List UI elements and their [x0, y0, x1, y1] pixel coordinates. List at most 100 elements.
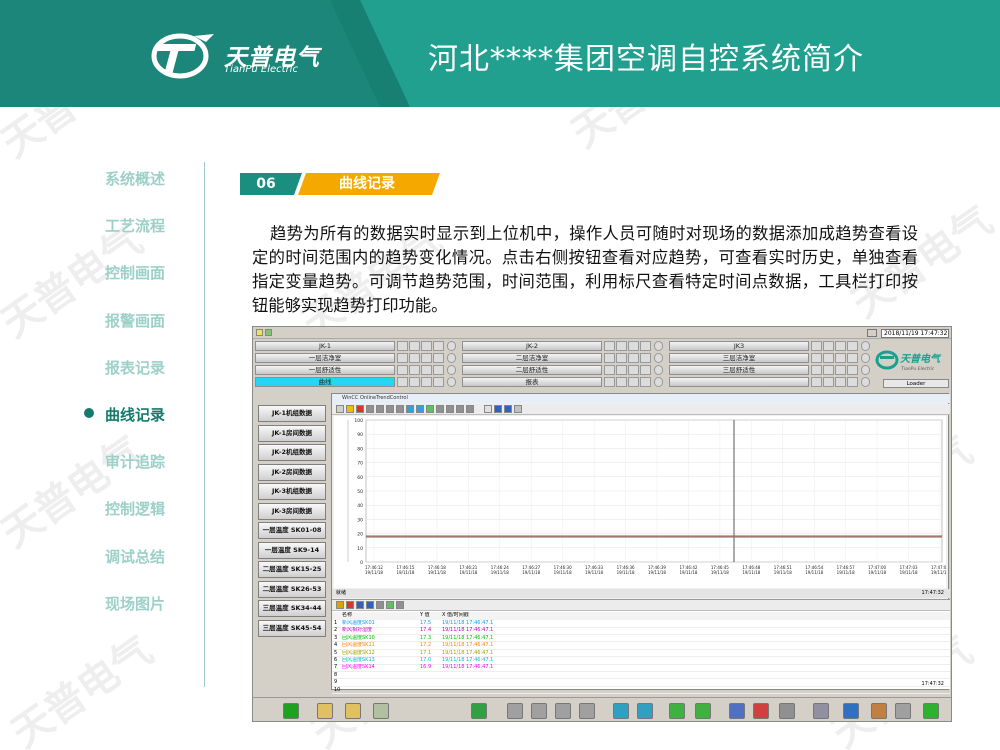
grid-arrow-button[interactable] [654, 353, 663, 363]
table-tool-icon[interactable] [346, 601, 354, 609]
grid-button[interactable]: JK-2 [462, 341, 602, 351]
grid-button[interactable]: 报表 [462, 377, 602, 387]
trend-tool-icon[interactable] [376, 405, 384, 413]
settings-icon[interactable] [895, 703, 911, 719]
grid-button[interactable]: JK-1 [255, 341, 395, 351]
nav-item-photos[interactable]: 现场图片 [105, 593, 165, 614]
grid-button[interactable]: 二层洁净室 [462, 353, 602, 363]
table-tool-icon[interactable] [376, 601, 384, 609]
grid-button[interactable]: 一层洁净室 [255, 353, 395, 363]
table-tool-icon[interactable] [366, 601, 374, 609]
trend-tool-icon[interactable] [494, 405, 502, 413]
nav-item-logic[interactable]: 控制逻辑 [105, 498, 165, 519]
tools-icon[interactable] [317, 703, 333, 719]
close-doc-icon[interactable] [753, 703, 769, 719]
play-icon[interactable] [283, 703, 299, 719]
trend-tool-icon[interactable] [484, 405, 492, 413]
arrow-right-icon[interactable] [579, 703, 595, 719]
nav-item-trend[interactable]: 曲线记录 [105, 404, 165, 425]
trend-select-button[interactable]: JK-1房间数据 [258, 424, 326, 442]
grid-button[interactable]: 二层舒适性 [462, 365, 602, 375]
loader-button[interactable]: Loader [883, 379, 949, 388]
trend-tool-icon[interactable] [426, 405, 434, 413]
grid-arrow-button[interactable] [861, 365, 870, 375]
trend-select-button[interactable]: JK-3机组数据 [258, 483, 326, 500]
table-row[interactable]: 6 回风温度SK13 17.0 19/11/18 17:46:47.1 [332, 657, 950, 665]
grid-button[interactable]: 曲线 [255, 377, 395, 387]
trend-tool-icon[interactable] [456, 405, 464, 413]
trend-select-button[interactable]: 三层温度 SK45-54 [258, 619, 326, 637]
info-icon[interactable] [843, 703, 859, 719]
arrow-down-icon[interactable] [555, 703, 571, 719]
grid-arrow-button[interactable] [861, 377, 870, 387]
table-tool-icon[interactable] [396, 601, 404, 609]
grid-arrow-button[interactable] [654, 341, 663, 351]
nav-item-audit[interactable]: 审计追踪 [105, 451, 165, 472]
trend-tool-icon[interactable] [386, 405, 394, 413]
grid-button[interactable]: 三层舒适性 [669, 365, 809, 375]
nav-item-control-screen[interactable]: 控制画面 [105, 262, 165, 283]
trend-select-button[interactable]: 二层温度 SK26-53 [258, 580, 326, 598]
next-page-icon[interactable] [695, 703, 711, 719]
arrow-left-icon[interactable] [507, 703, 523, 719]
audio-icon[interactable] [871, 703, 887, 719]
trend-select-button[interactable]: JK-1机组数据 [258, 405, 326, 422]
trend-select-button[interactable]: 三层温度 SK34-44 [258, 600, 326, 617]
nav-item-process[interactable]: 工艺流程 [105, 215, 165, 236]
grid-arrow-button[interactable] [447, 353, 456, 363]
grid-arrow-button[interactable] [447, 377, 456, 387]
folder-icon[interactable] [345, 703, 361, 719]
table-row[interactable]: 3 回风温度SK10 17.3 19/11/18 17:46:47.1 [332, 635, 950, 643]
trend-tool-icon[interactable] [366, 405, 374, 413]
check-icon[interactable] [923, 703, 939, 719]
grid-button[interactable]: 三层洁净室 [669, 353, 809, 363]
nav-item-report[interactable]: 报表记录 [105, 357, 165, 378]
table-row[interactable]: 4 回风温度SK11 17.2 19/11/18 17:46:47.1 [332, 642, 950, 650]
table-row[interactable]: 7 回风温度SK14 16.9 19/11/18 17:46:47.1 [332, 664, 950, 672]
trend-select-button[interactable]: 一层温度 SK9-14 [258, 541, 326, 559]
trend-tool-icon[interactable] [356, 405, 364, 413]
trend-tool-icon[interactable] [406, 405, 414, 413]
grid-arrow-button[interactable] [447, 365, 456, 375]
table-row[interactable]: 2 新风相对湿度 17.4 19/11/18 17:46:47.1 [332, 627, 950, 635]
grid-arrow-button[interactable] [861, 341, 870, 351]
trend-tool-icon[interactable] [446, 405, 454, 413]
trend-select-button[interactable]: JK-3房间数据 [258, 502, 326, 520]
trend-tool-icon[interactable] [514, 405, 522, 413]
trend-tool-icon[interactable] [336, 405, 344, 413]
grid-button[interactable]: 一层舒适性 [255, 365, 395, 375]
table-tool-icon[interactable] [336, 601, 344, 609]
table-row[interactable]: 10 [332, 687, 950, 695]
grid-arrow-button[interactable] [654, 377, 663, 387]
table-row[interactable]: 5 回风温度SK12 17.1 19/11/18 17:46:47.1 [332, 650, 950, 658]
trend-tool-icon[interactable] [396, 405, 404, 413]
table-row[interactable]: 1 新风温度SK01 17.5 19/11/18 17:46:47.1 [332, 620, 950, 628]
trend-tool-icon[interactable] [466, 405, 474, 413]
trend-select-button[interactable]: 二层温度 SK15-25 [258, 561, 326, 578]
trend-select-button[interactable]: JK-2房间数据 [258, 463, 326, 481]
grid-arrow-button[interactable] [861, 353, 870, 363]
grid-arrow-button[interactable] [447, 341, 456, 351]
trend-tool-icon[interactable] [346, 405, 354, 413]
first-page-icon[interactable] [669, 703, 685, 719]
trend-tool-icon[interactable] [416, 405, 424, 413]
sync-icon[interactable] [637, 703, 653, 719]
export-icon[interactable] [471, 703, 487, 719]
table-tool-icon[interactable] [356, 601, 364, 609]
grid-button[interactable] [669, 377, 809, 387]
grid-button[interactable]: JK3 [669, 341, 809, 351]
trend-tool-icon[interactable] [504, 405, 512, 413]
refresh-icon[interactable] [613, 703, 629, 719]
table-tool-icon[interactable] [386, 601, 394, 609]
arrow-up-icon[interactable] [531, 703, 547, 719]
key-icon[interactable] [779, 703, 795, 719]
trend-select-button[interactable]: JK-2机组数据 [258, 444, 326, 461]
report-icon[interactable] [373, 703, 389, 719]
table-row[interactable]: 8 [332, 672, 950, 680]
grid-arrow-button[interactable] [654, 365, 663, 375]
trend-tool-icon[interactable] [436, 405, 444, 413]
print-icon[interactable] [729, 703, 745, 719]
table-row[interactable]: 9 [332, 679, 950, 687]
nav-item-debug[interactable]: 调试总结 [105, 546, 165, 567]
nav-item-alarm-screen[interactable]: 报警画面 [105, 310, 165, 331]
